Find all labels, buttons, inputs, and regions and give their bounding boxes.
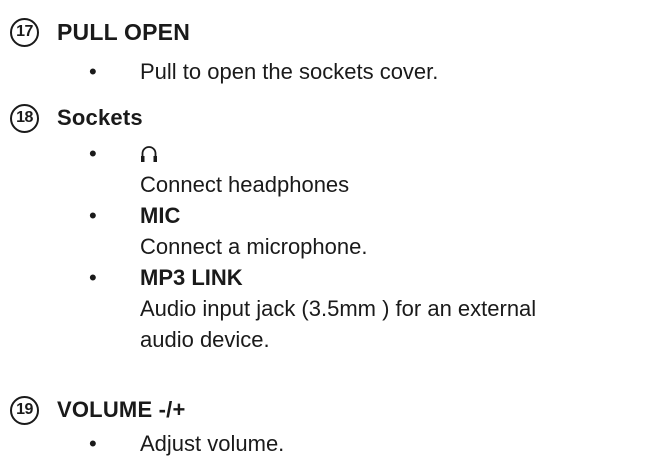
item-description: Adjust volume. [140,431,285,456]
section-title: PULL OPEN [57,18,191,45]
bullet-marker: • [89,141,97,166]
item-label: MP3 LINK [140,265,243,290]
list-item: • Adjust volume. [10,428,284,459]
item-description: Connect headphones [140,172,350,197]
bullet-list: • Pull to open the sockets cover. [10,56,438,87]
bullet-marker: • [89,265,97,290]
list-item: • Connect headphones [10,138,536,200]
list-item: • Pull to open the sockets cover. [10,56,438,87]
item-description: audio device. [140,327,270,352]
list-item: • MP3 LINK Audio input jack (3.5mm ) for… [10,262,536,355]
bullet-list: • Adjust volume. [10,428,284,459]
section-title: VOLUME -/+ [57,397,186,422]
item-label [140,138,536,169]
section-title: Sockets [57,105,143,130]
manual-page: 17 PULL OPEN • Pull to open the sockets … [0,0,652,473]
section-pull-open: 17 PULL OPEN • Pull to open the sockets … [10,14,438,87]
section-header: 18 Sockets [10,100,536,136]
section-sockets: 18 Sockets • Connect headphones • MIC Co… [10,100,536,355]
section-number: 18 [10,103,39,133]
item-label: MIC [140,203,181,228]
bullet-list: • Connect headphones • MIC Connect a mic… [10,138,536,355]
section-header: 19 VOLUME -/+ [10,392,284,428]
section-number: 17 [10,17,39,47]
item-description: Connect a microphone. [140,234,368,259]
bullet-marker: • [89,59,97,84]
section-number: 19 [10,395,39,425]
item-description: Audio input jack (3.5mm ) for an externa… [140,296,537,321]
section-volume: 19 VOLUME -/+ • Adjust volume. [10,392,284,459]
bullet-marker: • [89,203,97,228]
section-header: 17 PULL OPEN [10,14,438,50]
item-description: Pull to open the sockets cover. [140,59,439,84]
headphones-icon [141,146,157,162]
bullet-marker: • [89,431,97,456]
list-item: • MIC Connect a microphone. [10,200,536,262]
